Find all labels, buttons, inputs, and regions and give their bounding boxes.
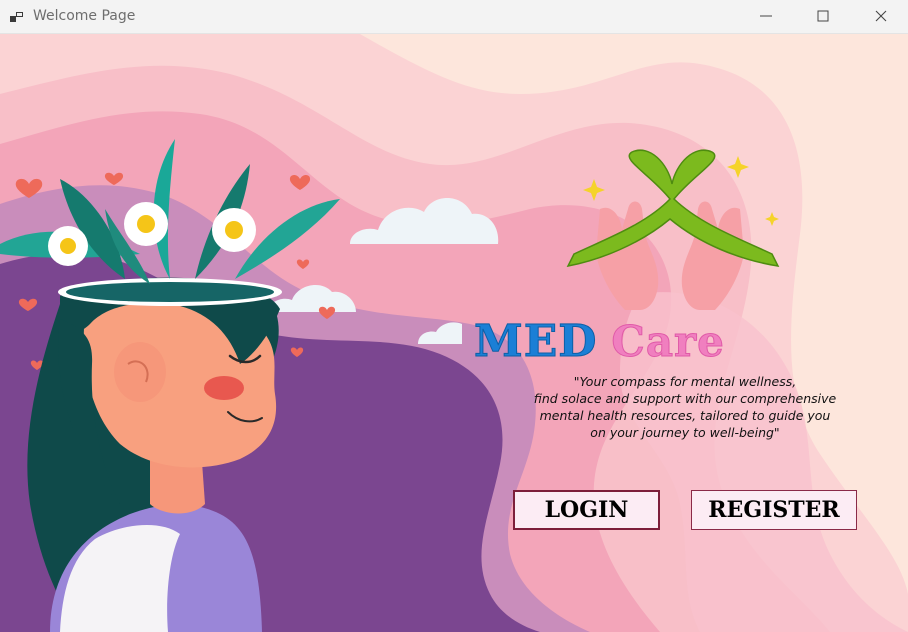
tagline: "Your compass for mental wellness, find …	[520, 373, 850, 441]
close-icon	[875, 10, 887, 22]
brand-med-text: MED	[473, 316, 598, 368]
maximize-button[interactable]	[800, 0, 846, 33]
minimize-button[interactable]	[743, 0, 789, 33]
brand-care-text: Care	[611, 317, 725, 367]
welcome-content: MED Care "Your compass for mental wellnes…	[0, 34, 908, 632]
login-button[interactable]: LOGIN	[513, 490, 660, 530]
tagline-line: find solace and support with our compreh…	[533, 391, 837, 406]
title-bar[interactable]: Welcome Page	[0, 0, 908, 34]
minimize-icon	[760, 15, 772, 17]
tagline-line: mental health resources, tailored to gui…	[539, 408, 831, 423]
welcome-window: Welcome Page MED Care "Your compass for …	[0, 0, 908, 632]
tagline-line: on your journey to well-being"	[590, 425, 780, 440]
tagline-line: "Your compass for mental wellness,	[573, 374, 797, 389]
brand-logo: MED Care	[473, 316, 725, 368]
background-illustration	[0, 34, 908, 632]
app-window-icon	[9, 9, 25, 25]
register-button[interactable]: REGISTER	[691, 490, 857, 530]
maximize-icon	[817, 10, 829, 22]
window-title: Welcome Page	[33, 8, 136, 24]
close-button[interactable]	[858, 0, 904, 33]
